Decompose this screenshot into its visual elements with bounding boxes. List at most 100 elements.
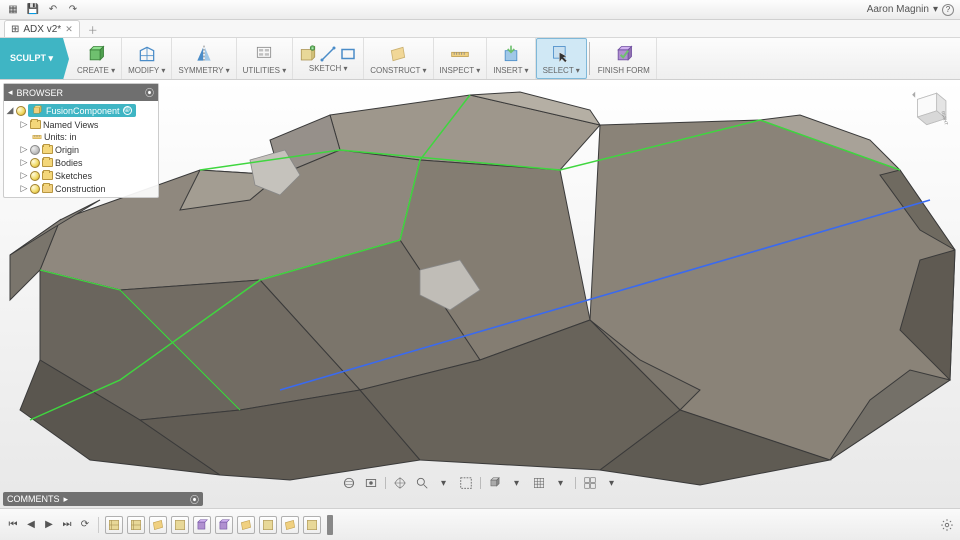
timeline-feature-plane[interactable] <box>281 516 299 534</box>
comments-panel-header[interactable]: COMMENTS ▸ ⦿ <box>3 492 203 506</box>
visibility-bulb-icon[interactable] <box>30 184 40 194</box>
comments-title: COMMENTS <box>7 494 60 504</box>
expand-icon[interactable]: ▷ <box>20 157 28 168</box>
user-area: Aaron Magnin ▾ ? <box>867 4 960 16</box>
expand-icon[interactable]: ◢ <box>6 105 14 116</box>
help-icon[interactable]: ? <box>942 4 954 16</box>
ribbon-group-select[interactable]: SELECT ▾ <box>536 38 587 79</box>
undo-icon[interactable]: ↶ <box>46 3 60 17</box>
tree-row-named-views[interactable]: ▷ Named Views <box>6 118 156 131</box>
save-icon[interactable]: 💾 <box>26 3 40 17</box>
pan-icon[interactable] <box>392 475 408 491</box>
ribbon-group-construct[interactable]: CONSTRUCT ▾ <box>364 38 433 79</box>
fit-icon[interactable] <box>458 475 474 491</box>
folder-icon <box>42 158 53 167</box>
folder-icon <box>30 120 41 129</box>
timeline-feature-sketch[interactable] <box>105 516 123 534</box>
expand-icon[interactable]: ▷ <box>20 119 28 130</box>
ribbon-finish-form[interactable]: FINISH FORM <box>592 38 657 79</box>
timeline-marker[interactable] <box>327 515 333 535</box>
viewport-dropdown-icon[interactable]: ▾ <box>604 475 620 491</box>
tree-label: Sketches <box>55 171 92 181</box>
titlebar: ▦ 💾 ↶ ↷ Aaron Magnin ▾ ? <box>0 0 960 20</box>
timeline-back-icon[interactable]: ◀ <box>24 518 38 532</box>
display-style-icon[interactable] <box>487 475 503 491</box>
ribbon-group-insert[interactable]: INSERT ▾ <box>487 38 535 79</box>
timeline-feature-form[interactable] <box>193 516 211 534</box>
user-name[interactable]: Aaron Magnin <box>867 4 929 15</box>
app-menu-icon[interactable]: ▦ <box>6 3 20 17</box>
tree-row-construction[interactable]: ▷ Construction <box>6 182 156 195</box>
user-dropdown-icon[interactable]: ▾ <box>933 4 938 15</box>
viewcube[interactable]: RIGHT <box>906 84 952 130</box>
zoom-window-icon[interactable]: ▾ <box>436 475 452 491</box>
timeline-feature-sketch[interactable] <box>127 516 145 534</box>
expand-icon[interactable]: ▷ <box>20 183 28 194</box>
expand-icon[interactable]: ▷ <box>20 170 28 181</box>
file-tab-label: ADX v2* <box>23 24 61 35</box>
tree-row-origin[interactable]: ▷ Origin <box>6 143 156 156</box>
tree-label: Construction <box>55 184 106 194</box>
timeline-forward-icon[interactable]: ▶ <box>42 518 56 532</box>
utilities-icon <box>253 43 275 65</box>
timeline-play-icon[interactable]: ⟳ <box>78 518 92 532</box>
finish-form-icon <box>613 43 635 65</box>
browser-header[interactable]: ◂ BROWSER ⦿ <box>4 84 158 101</box>
redo-icon[interactable]: ↷ <box>66 3 80 17</box>
visibility-bulb-icon[interactable] <box>30 171 40 181</box>
expand-icon[interactable]: ▷ <box>20 144 28 155</box>
units-icon <box>32 132 42 142</box>
visibility-bulb-icon[interactable] <box>30 145 40 155</box>
timeline-feature-form[interactable] <box>215 516 233 534</box>
new-tab-button[interactable]: ＋ <box>84 22 102 37</box>
tree-row-bodies[interactable]: ▷ Bodies <box>6 156 156 169</box>
ribbon-group-create[interactable]: CREATE ▾ <box>71 38 122 79</box>
quick-access-toolbar: ▦ 💾 ↶ ↷ <box>0 3 86 17</box>
ribbon-group-inspect[interactable]: INSPECT ▾ <box>434 38 488 79</box>
grid-dropdown-icon[interactable]: ▾ <box>553 475 569 491</box>
create-box-icon <box>85 43 107 65</box>
ribbon-group-utilities[interactable]: UTILITIES ▾ <box>237 38 294 79</box>
visibility-bulb-icon[interactable] <box>16 106 26 116</box>
visibility-bulb-icon[interactable] <box>30 158 40 168</box>
sketch-create-icon[interactable]: + <box>299 45 317 63</box>
folder-icon <box>42 171 53 180</box>
browser-collapse-icon[interactable]: ◂ <box>8 87 13 98</box>
timeline-feature-plane[interactable] <box>149 516 167 534</box>
tree-root-row[interactable]: ◢ FusionComponent ⦾ <box>6 103 156 118</box>
orbit-icon[interactable] <box>341 475 357 491</box>
timeline-feature-sketch[interactable] <box>259 516 277 534</box>
workspace-switcher[interactable]: SCULPT ▾ <box>0 38 63 79</box>
tree-row-sketches[interactable]: ▷ Sketches <box>6 169 156 182</box>
sketch-line-icon[interactable] <box>319 45 337 63</box>
insert-icon <box>500 43 522 65</box>
sketch-rect-icon[interactable] <box>339 45 357 63</box>
browser-pin-icon[interactable]: ⦿ <box>145 86 154 99</box>
folder-icon <box>42 145 53 154</box>
browser-panel: ◂ BROWSER ⦿ ◢ FusionComponent ⦾ ▷ Named … <box>3 83 159 198</box>
zoom-icon[interactable] <box>414 475 430 491</box>
timeline-feature-sketch[interactable] <box>303 516 321 534</box>
modify-icon <box>136 43 158 65</box>
timeline-feature-plane[interactable] <box>237 516 255 534</box>
timeline-feature-sketch[interactable] <box>171 516 189 534</box>
timeline-start-icon[interactable]: ⏮ <box>6 518 20 532</box>
ribbon-group-sketch[interactable]: + SKETCH ▾ <box>293 38 364 79</box>
close-tab-icon[interactable]: ✕ <box>65 24 73 35</box>
look-at-icon[interactable] <box>363 475 379 491</box>
comments-expand-icon[interactable]: ▸ <box>64 494 69 505</box>
grid-icon[interactable] <box>531 475 547 491</box>
display-dropdown-icon[interactable]: ▾ <box>509 475 525 491</box>
tree-label: Units: in <box>44 132 77 142</box>
timeline-end-icon[interactable]: ⏭ <box>60 518 74 532</box>
ribbon-group-symmetry[interactable]: SYMMETRY ▾ <box>172 38 236 79</box>
comments-pin-icon[interactable]: ⦿ <box>190 493 199 506</box>
tree-label: Origin <box>55 145 79 155</box>
tree-row-units[interactable]: Units: in <box>6 131 156 143</box>
workspace-viewport[interactable]: RIGHT ◂ BROWSER ⦿ ◢ FusionComponent ⦾ ▷ <box>0 80 960 508</box>
file-tab-active[interactable]: ⊞ ADX v2* ✕ <box>4 20 80 37</box>
component-options-icon[interactable]: ⦾ <box>123 106 132 115</box>
viewport-icon[interactable] <box>582 475 598 491</box>
ribbon-group-modify[interactable]: MODIFY ▾ <box>122 38 172 79</box>
timeline-settings-icon[interactable] <box>940 518 954 532</box>
